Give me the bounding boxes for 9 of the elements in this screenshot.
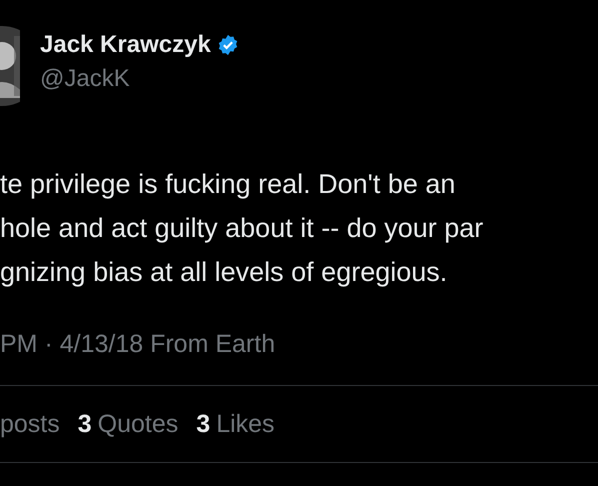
stat-link[interactable]: posts: [0, 410, 60, 438]
post-text-line: te privilege is fucking real. Don't be an: [0, 168, 456, 201]
stat-link[interactable]: 3 Likes: [196, 410, 275, 438]
author-name[interactable]: Jack Krawczyk: [40, 31, 211, 59]
post-timestamp: PM · 4/13/18 From Earth: [0, 330, 276, 359]
stat-link[interactable]: 3 Quotes: [78, 410, 178, 438]
post-text-line: hole and act guilty about it -- do your par: [0, 212, 484, 245]
author-handle[interactable]: @JackK: [40, 65, 239, 93]
post-text-line: gnizing bias at all levels of egregious.: [0, 256, 448, 289]
